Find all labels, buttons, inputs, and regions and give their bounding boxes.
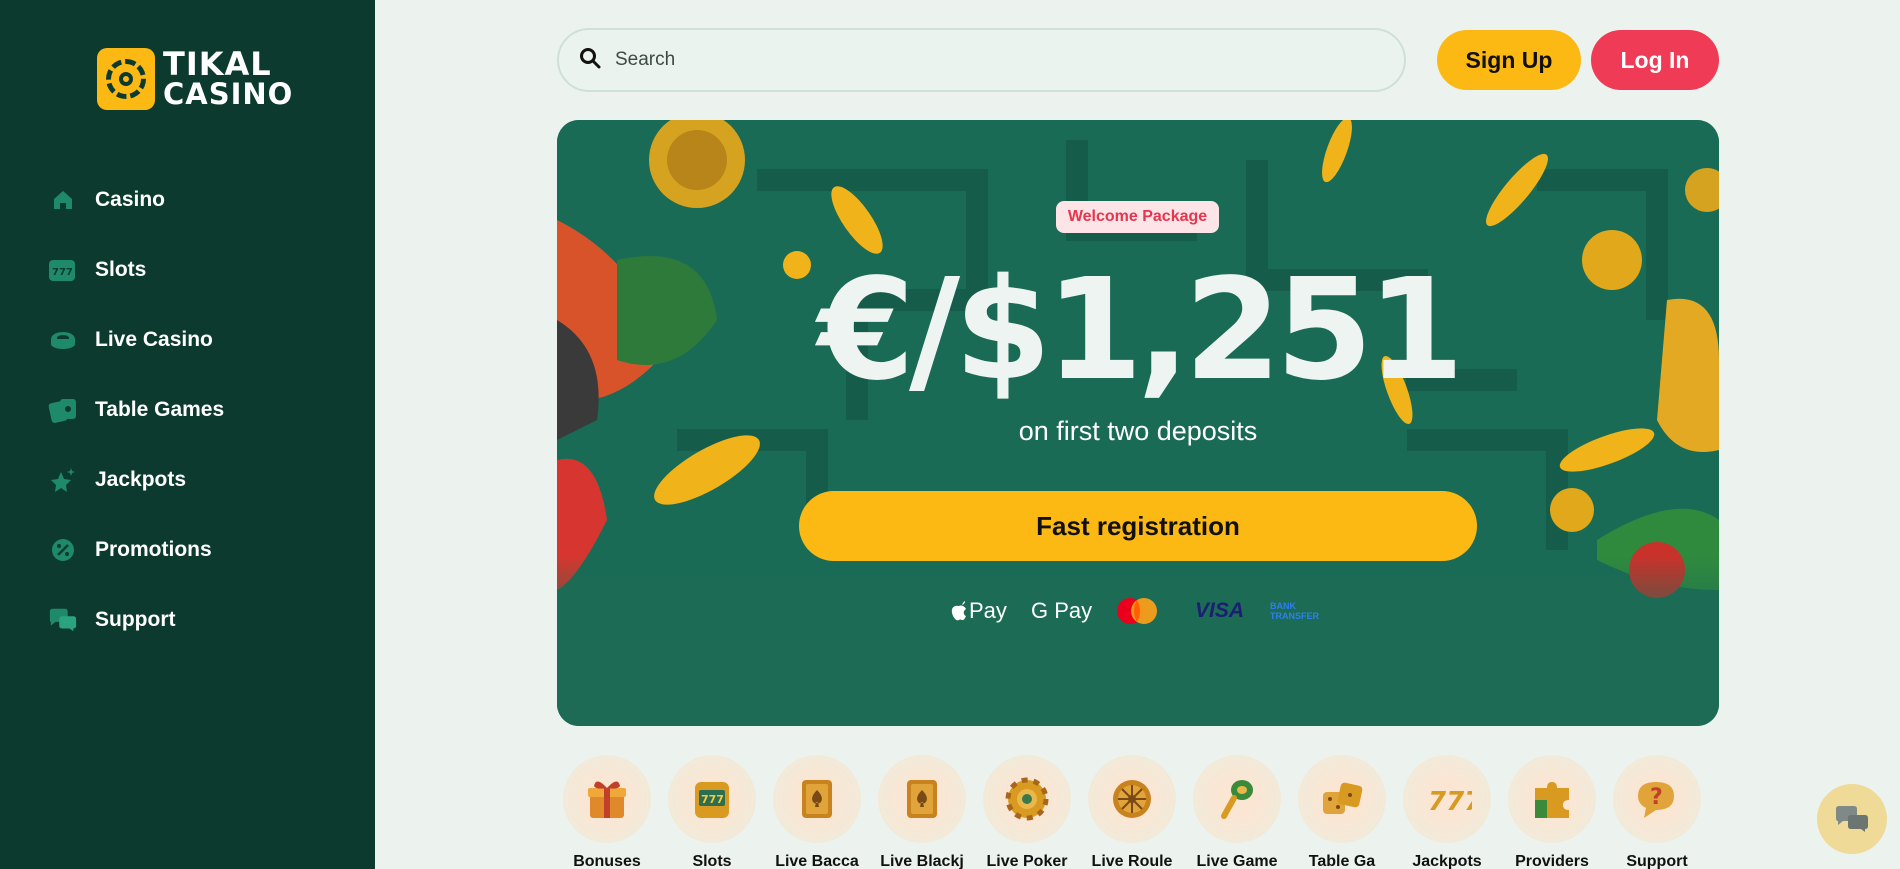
svg-text:777: 777 (1428, 787, 1472, 817)
category-label: Live Poker (986, 853, 1068, 869)
logo[interactable]: TIKAL CASINO (97, 48, 293, 110)
search-input[interactable] (615, 49, 1315, 71)
category-label: Live Roule (1091, 853, 1173, 869)
gift-icon (588, 781, 626, 818)
category-label: Jackpots (1412, 853, 1482, 869)
category-label: Bonuses (573, 853, 641, 869)
poker-chip-icon (1005, 777, 1049, 821)
live-chat-button[interactable] (1817, 784, 1887, 854)
hero-bottom-fade (557, 556, 1719, 726)
category-providers[interactable]: Providers (1502, 755, 1602, 869)
apple-pay-logo: Pay (951, 595, 1007, 627)
mastercard-logo (1114, 595, 1160, 627)
sidebar-item-table-games[interactable]: Table Games (48, 375, 348, 445)
category-label: Live Bacca (775, 853, 859, 869)
slot-machine-icon: 777 (48, 255, 78, 285)
card-spade-icon (802, 780, 832, 818)
category-live-roulette[interactable]: Live Roule (1082, 755, 1182, 869)
sidebar: TIKAL CASINO Casino 777 Slots Live Casin… (0, 0, 375, 869)
visa-text: VISA (1195, 599, 1245, 622)
bank-transfer-logo: BANK TRANSFER (1270, 595, 1330, 627)
sidebar-item-label: Live Casino (95, 328, 213, 351)
cards-icon (48, 395, 78, 425)
category-support[interactable]: ? Support (1607, 755, 1707, 869)
svg-text:777: 777 (701, 793, 724, 806)
sevens-icon: 777 (1428, 787, 1472, 817)
percent-badge-icon (48, 535, 78, 565)
category-label: Live Game (1196, 853, 1278, 869)
bonus-amount: €/$1,251 (817, 249, 1465, 412)
category-label: Providers (1515, 853, 1589, 869)
apple-pay-text: Pay (969, 598, 1007, 623)
question-icon: ? (1638, 782, 1674, 818)
visa-logo: VISA (1195, 595, 1244, 627)
bonus-subtitle: on first two deposits (1018, 416, 1258, 446)
maraca-icon (1221, 780, 1253, 819)
dice-icon (1323, 782, 1363, 814)
home-icon (48, 185, 78, 215)
category-jackpots[interactable]: 777 Jackpots (1397, 755, 1497, 869)
svg-text:777: 777 (52, 267, 73, 278)
chat-icon (48, 605, 78, 635)
apple-icon (951, 601, 966, 621)
roulette-icon (1113, 780, 1151, 818)
google-pay-logo: G Pay (1031, 595, 1092, 627)
card-spade-icon (907, 780, 937, 818)
search-icon (579, 47, 601, 73)
category-label: Support (1626, 853, 1688, 869)
category-live-poker[interactable]: Live Poker (977, 755, 1077, 869)
category-label: Table Ga (1308, 853, 1376, 869)
category-bonuses[interactable]: Bonuses (557, 755, 657, 869)
logo-badge-icon (97, 48, 155, 110)
sidebar-item-label: Jackpots (95, 468, 187, 491)
sidebar-item-label: Table Games (95, 398, 225, 421)
puzzle-icon (1535, 782, 1569, 818)
chip-icon (48, 325, 78, 355)
hero-banner: Welcome Package €/$1,251 on first two de… (557, 120, 1719, 726)
sidebar-item-casino[interactable]: Casino (48, 165, 348, 235)
slot-machine-icon: 777 (695, 782, 729, 818)
sidebar-item-live-casino[interactable]: Live Casino (48, 305, 348, 375)
category-label: Live Blackj (880, 853, 964, 869)
category-strip: Bonuses 777 Slots Live Bacca Live Blackj… (557, 755, 1719, 869)
sidebar-item-slots[interactable]: 777 Slots (48, 235, 348, 305)
sidebar-item-support[interactable]: Support (48, 585, 348, 655)
star-icon (48, 465, 78, 495)
signup-button[interactable]: Sign Up (1437, 30, 1581, 90)
sidebar-item-label: Promotions (95, 538, 212, 561)
fast-registration-button[interactable]: Fast registration (799, 491, 1477, 561)
logo-text-line1: TIKAL (163, 45, 272, 83)
logo-text-line2: CASINO (163, 77, 294, 111)
sidebar-nav: Casino 777 Slots Live Casino Table Games… (48, 165, 348, 655)
sidebar-item-jackpots[interactable]: Jackpots (48, 445, 348, 515)
welcome-badge: Welcome Package (1056, 201, 1219, 233)
category-slots[interactable]: 777 Slots (662, 755, 762, 869)
category-label: Slots (692, 853, 732, 869)
category-live-baccarat[interactable]: Live Bacca (767, 755, 867, 869)
bank-transfer-text: BANK TRANSFER (1270, 601, 1319, 621)
sidebar-item-label: Casino (95, 188, 166, 211)
category-live-game[interactable]: Live Game (1187, 755, 1287, 869)
sidebar-item-label: Support (95, 608, 176, 631)
search-bar[interactable] (557, 28, 1406, 92)
google-pay-text: G Pay (1031, 598, 1093, 623)
category-live-blackjack[interactable]: Live Blackj (872, 755, 972, 869)
mastercard-icon (1117, 598, 1157, 624)
sidebar-item-label: Slots (95, 258, 147, 281)
category-table-games[interactable]: Table Ga (1292, 755, 1392, 869)
svg-text:?: ? (1650, 785, 1663, 810)
sidebar-item-promotions[interactable]: Promotions (48, 515, 348, 585)
login-button[interactable]: Log In (1591, 30, 1719, 90)
chat-icon (1836, 806, 1868, 832)
